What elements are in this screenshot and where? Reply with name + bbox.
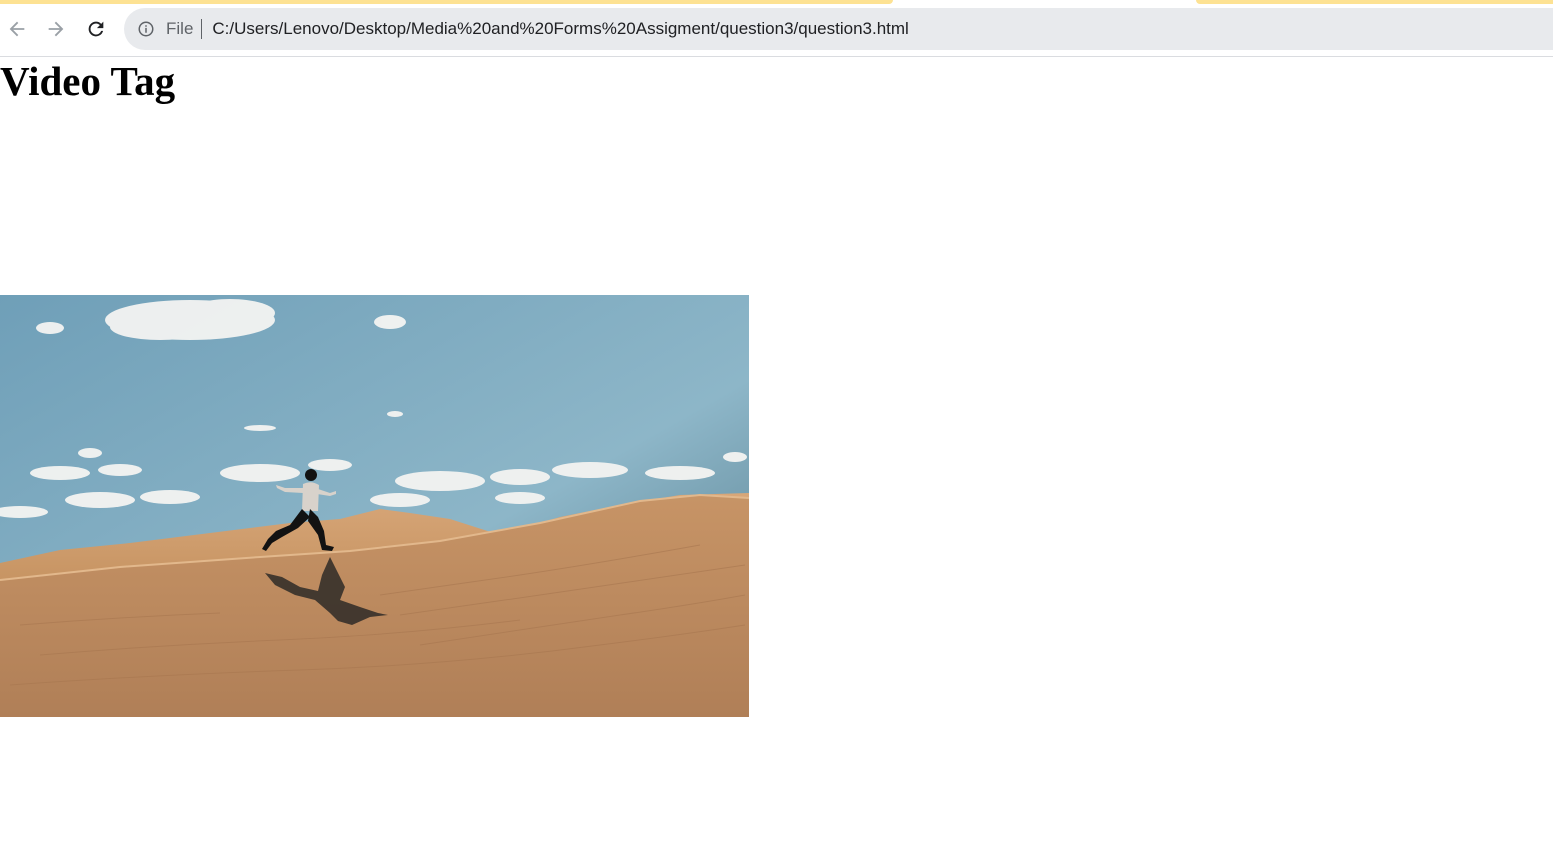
video-player[interactable] [0, 295, 749, 717]
arrow-left-icon [6, 18, 28, 40]
back-button[interactable] [2, 14, 32, 44]
browser-toolbar: File C:/Users/Lenovo/Desktop/Media%20and… [0, 0, 1553, 57]
forward-button[interactable] [41, 14, 71, 44]
scheme-label: File [166, 19, 194, 38]
reload-icon [85, 18, 107, 40]
reload-button[interactable] [81, 14, 111, 44]
page-title: Video Tag [0, 58, 176, 104]
url-text[interactable]: C:/Users/Lenovo/Desktop/Media%20and%20Fo… [212, 19, 908, 39]
info-circle-icon[interactable] [137, 20, 155, 38]
address-bar[interactable]: File C:/Users/Lenovo/Desktop/Media%20and… [124, 8, 1553, 50]
tab-strip-accent [0, 0, 893, 4]
video-frame-image [0, 295, 749, 717]
arrow-right-icon [45, 18, 67, 40]
chip-divider [201, 19, 203, 39]
tab-strip-accent [1196, 0, 1553, 4]
